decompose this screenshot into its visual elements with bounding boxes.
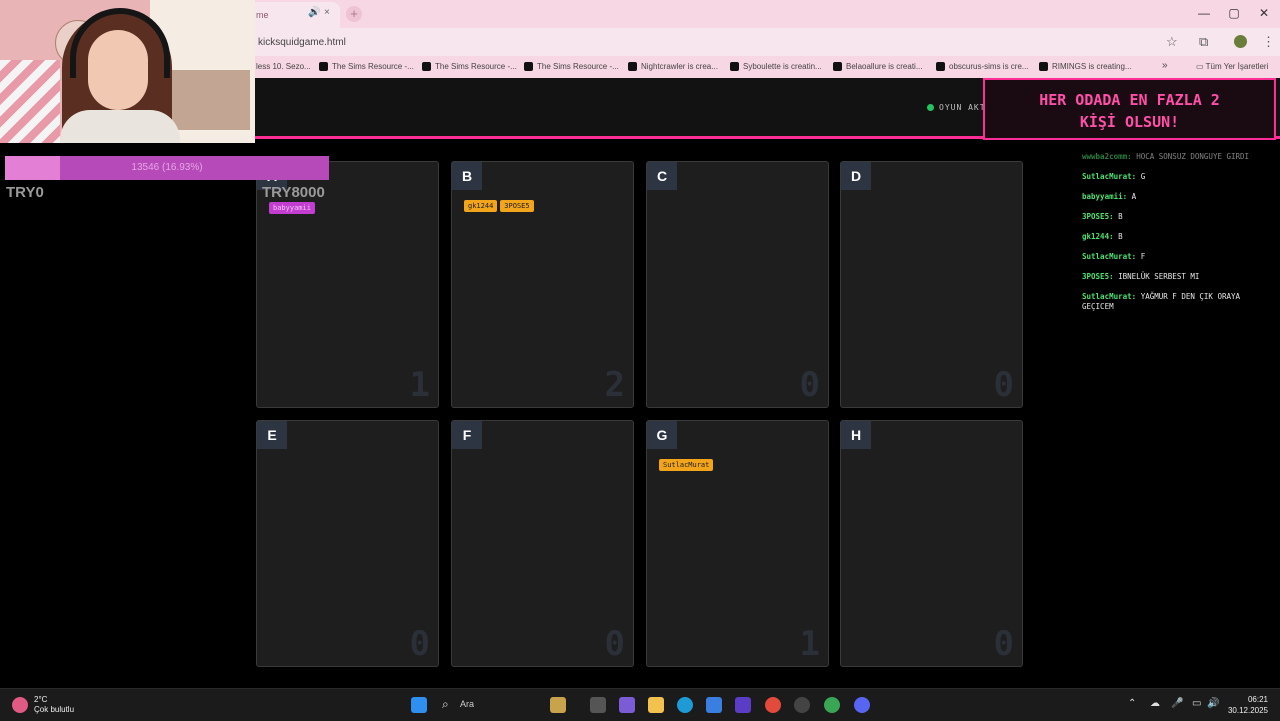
app-icon[interactable] <box>824 697 840 713</box>
room-letter: D <box>841 162 871 190</box>
room-e[interactable]: E 0 <box>256 420 439 667</box>
chrome-icon[interactable] <box>765 697 781 713</box>
bookmark-item[interactable]: obscurus-sims is cre... <box>936 62 1029 71</box>
speaker-icon[interactable]: 🔊 <box>308 7 320 18</box>
widget-icon[interactable] <box>550 697 566 713</box>
profile-avatar[interactable] <box>1234 35 1247 48</box>
copilot-icon[interactable] <box>619 697 635 713</box>
maximize-button[interactable]: ▢ <box>1224 6 1244 20</box>
chat-message: 3POSE5: IBNELÜK SERBEST MI <box>1082 272 1200 281</box>
all-bookmarks[interactable]: ▭ Tüm Yer İşaretleri <box>1196 62 1268 71</box>
room-c[interactable]: C 0 <box>646 161 829 408</box>
bookmark-item[interactable]: RIMINGS is creating... <box>1039 62 1132 71</box>
room-letter: B <box>452 162 482 190</box>
player-tag: babyyamii <box>269 202 315 214</box>
bookmarks-overflow-button[interactable]: » <box>1162 60 1168 71</box>
app-icon[interactable] <box>794 697 810 713</box>
webcam-overlay <box>0 0 255 143</box>
file-explorer-icon[interactable] <box>648 697 664 713</box>
room-d[interactable]: D 0 <box>840 161 1023 408</box>
star-icon[interactable]: ☆ <box>1166 34 1178 50</box>
volume-icon[interactable]: 🔊 <box>1207 698 1219 709</box>
weather-icon <box>12 697 28 713</box>
chat-message: SutlacMurat: F <box>1082 252 1146 261</box>
chevron-up-icon[interactable]: ⌃ <box>1128 698 1136 709</box>
room-count: 1 <box>409 365 430 405</box>
chat-message: SutlacMurat: G <box>1082 172 1146 181</box>
chat-message: 3POSE5: B <box>1082 212 1123 221</box>
room-letter: C <box>647 162 677 190</box>
store-icon[interactable] <box>706 697 722 713</box>
room-count: 0 <box>993 365 1014 405</box>
progress-label: 13546 (16.93%) <box>131 162 203 173</box>
edge-icon[interactable] <box>677 697 693 713</box>
extensions-icon[interactable]: ⧉ <box>1199 34 1208 50</box>
room-letter: F <box>452 421 482 449</box>
task-view-icon[interactable] <box>590 697 606 713</box>
bookmark-item[interactable]: less 10. Sezo... <box>256 62 311 71</box>
discord-icon[interactable] <box>854 697 870 713</box>
mic-icon[interactable]: 🎤 <box>1171 698 1183 709</box>
close-window-button[interactable]: ✕ <box>1254 6 1274 20</box>
room-letter: E <box>257 421 287 449</box>
progress-bar: 13546 (16.93%) <box>5 156 329 180</box>
room-limit-notice: HER ODADA EN FAZLA 2 KİŞİ OLSUN! <box>983 78 1276 140</box>
bookmark-item[interactable]: The Sims Resource -... <box>524 62 619 71</box>
chat-panel: wwwba2comm: HOCA SONSUZ DONGUYE GIRDI Su… <box>1082 152 1262 322</box>
vpn-icon[interactable] <box>735 697 751 713</box>
room-h[interactable]: H 0 <box>840 420 1023 667</box>
room-count: 1 <box>799 624 820 664</box>
room-letter: H <box>841 421 871 449</box>
room-b[interactable]: B gk1244 3POSE5 2 <box>451 161 634 408</box>
room-count: 0 <box>993 624 1014 664</box>
search-icon[interactable]: ⌕ <box>442 697 449 712</box>
bookmark-item[interactable]: Belaoallure is creati... <box>833 62 922 71</box>
bookmark-item[interactable]: The Sims Resource -... <box>319 62 414 71</box>
player-tag: SutlacMurat <box>659 459 714 471</box>
room-g[interactable]: G SutlacMurat 1 <box>646 420 829 667</box>
player-tag: 3POSE5 <box>500 200 534 212</box>
menu-icon[interactable]: ⋮ <box>1262 34 1275 50</box>
room-count: 0 <box>409 624 430 664</box>
url-field[interactable]: kicksquidgame.html <box>258 37 346 48</box>
taskbar: 2°C Çok bulutlu ⌕ Ara ⌃ ☁ 🎤 ▭ 🔊 06:21 30.… <box>0 688 1280 721</box>
chat-message: SutlacMurat: YAĞMUR F DEN ÇIK ORAYA GEÇI… <box>1082 292 1241 311</box>
room-f[interactable]: F 0 <box>451 420 634 667</box>
cloud-icon[interactable]: ☁ <box>1150 698 1160 709</box>
folder-icon: ▭ <box>1196 62 1206 71</box>
chat-message: babyyamii: A <box>1082 192 1137 201</box>
taskbar-search[interactable]: Ara <box>460 699 474 709</box>
bookmark-item[interactable]: Nightcrawler is crea... <box>628 62 718 71</box>
start-icon[interactable] <box>411 697 427 713</box>
try-right-label: TRY8000 <box>262 184 325 201</box>
bookmark-item[interactable]: Syboulette is creatin... <box>730 62 822 71</box>
room-count: 0 <box>604 624 625 664</box>
bookmark-item[interactable]: The Sims Resource -... <box>422 62 517 71</box>
game-status: OYUN AKT <box>927 103 986 112</box>
browser-tab[interactable]: me 🔊 × <box>250 2 340 28</box>
room-letter: G <box>647 421 677 449</box>
minimize-button[interactable]: — <box>1194 6 1214 20</box>
new-tab-button[interactable]: + <box>346 6 362 22</box>
room-count: 2 <box>604 365 625 405</box>
try-left-label: TRY0 <box>6 184 44 201</box>
tab-close-button[interactable]: × <box>324 7 330 18</box>
tab-title: me <box>256 10 269 20</box>
network-icon[interactable]: ▭ <box>1192 698 1201 709</box>
room-count: 0 <box>799 365 820 405</box>
player-tag: gk1244 <box>464 200 498 212</box>
chat-message: gk1244: B <box>1082 232 1123 241</box>
status-dot-icon <box>927 104 934 111</box>
chat-message: wwwba2comm: HOCA SONSUZ DONGUYE GIRDI <box>1082 152 1250 161</box>
clock[interactable]: 06:21 30.12.2025 <box>1228 694 1268 716</box>
